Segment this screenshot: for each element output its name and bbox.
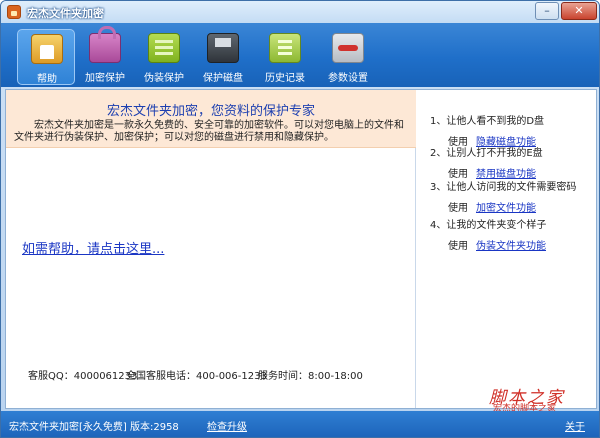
- toolbar-history-label: 历史记录: [265, 73, 305, 84]
- tip-item: 4、让我的文件夹变个样子 使用 伪装文件夹功能: [430, 216, 594, 252]
- tip-title: 4、让我的文件夹变个样子: [430, 220, 547, 231]
- main-toolbar: 帮助 加密保护 伪装保护 保护磁盘 历史记录 参数设置: [1, 23, 599, 87]
- tip-use-label: 使用: [448, 241, 468, 252]
- contact-hours: 服务时间：8:00-18:00: [258, 371, 363, 382]
- toolbar-encrypt-label: 加密保护: [85, 73, 125, 84]
- about-link[interactable]: 关于: [565, 418, 585, 433]
- tip-use-label: 使用: [448, 203, 468, 214]
- toolbar-settings-button[interactable]: 参数设置: [319, 29, 377, 85]
- contact-qq: 客服QQ：4000061233: [28, 371, 138, 382]
- banner-description: 宏杰文件夹加密是一款永久免费的、安全可靠的加密软件。可以对您电脑上的文件和文件夹…: [14, 120, 404, 143]
- toolbar-help-label: 帮助: [37, 74, 57, 85]
- toolbar-encrypt-button[interactable]: 加密保护: [76, 26, 134, 85]
- toolbar-disk-button[interactable]: 保护磁盘: [194, 29, 252, 85]
- intro-banner: 宏杰文件夹加密，您资料的保护专家 宏杰文件夹加密是一款永久免费的、安全可靠的加密…: [6, 90, 416, 148]
- toolbox-icon: [332, 33, 364, 63]
- tip-use-row: 使用 加密文件功能: [430, 199, 594, 214]
- toolbar-disk-label: 保护磁盘: [203, 73, 243, 84]
- close-button[interactable]: ✕: [561, 2, 597, 20]
- tip-title: 2、让别人打不开我的E盘: [430, 148, 543, 159]
- tip-item: 2、让别人打不开我的E盘 使用 禁用磁盘功能: [430, 144, 594, 180]
- minimize-button[interactable]: –: [535, 2, 559, 20]
- book-icon: [148, 33, 180, 63]
- status-bar: 宏杰文件夹加密[永久免费] 版本:2958 检查升级 关于: [1, 411, 599, 437]
- title-bar: 宏杰文件夹加密 – ✕: [1, 1, 599, 23]
- lock-icon: [89, 26, 121, 63]
- tip-title: 3、让他人访问我的文件需要密码: [430, 182, 577, 193]
- app-window: 宏杰文件夹加密 – ✕ 帮助 加密保护 伪装保护 保护磁盘 历史记录 参数设置: [0, 0, 600, 438]
- encrypt-file-link[interactable]: 加密文件功能: [476, 203, 536, 214]
- tip-item: 1、让他人看不到我的D盘 使用 隐藏磁盘功能: [430, 112, 594, 148]
- toolbar-disguise-button[interactable]: 伪装保护: [135, 29, 193, 85]
- disk-icon: [207, 33, 239, 63]
- banner-title: 宏杰文件夹加密，您资料的保护专家: [106, 104, 315, 119]
- window-title: 宏杰文件夹加密: [27, 7, 104, 20]
- tip-use-row: 使用 伪装文件夹功能: [430, 237, 594, 252]
- check-update-link[interactable]: 检查升级: [207, 418, 247, 433]
- version-text: 宏杰文件夹加密[永久免费] 版本:2958: [9, 422, 179, 433]
- toolbar-help-button[interactable]: 帮助: [17, 29, 75, 85]
- tip-item: 3、让他人访问我的文件需要密码 使用 加密文件功能: [430, 178, 594, 214]
- main-panel: 宏杰文件夹加密，您资料的保护专家 宏杰文件夹加密是一款永久免费的、安全可靠的加密…: [5, 89, 597, 409]
- toolbar-disguise-label: 伪装保护: [144, 73, 184, 84]
- help-link[interactable]: 如需帮助，请点击这里...: [22, 238, 164, 257]
- disguise-folder-link[interactable]: 伪装文件夹功能: [476, 241, 546, 252]
- home-icon: [31, 34, 63, 64]
- app-lock-icon: [7, 5, 21, 19]
- history-icon: [269, 33, 301, 63]
- content-area: 宏杰文件夹加密，您资料的保护专家 宏杰文件夹加密是一款永久免费的、安全可靠的加密…: [6, 90, 416, 408]
- toolbar-settings-label: 参数设置: [328, 73, 368, 84]
- contact-phone: 全国客服电话：400-006-1233: [126, 371, 267, 382]
- tips-sidebar: 1、让他人看不到我的D盘 使用 隐藏磁盘功能 2、让别人打不开我的E盘 使用 禁用磁…: [418, 90, 596, 408]
- toolbar-history-button[interactable]: 历史记录: [256, 29, 314, 85]
- tip-title: 1、让他人看不到我的D盘: [430, 116, 545, 127]
